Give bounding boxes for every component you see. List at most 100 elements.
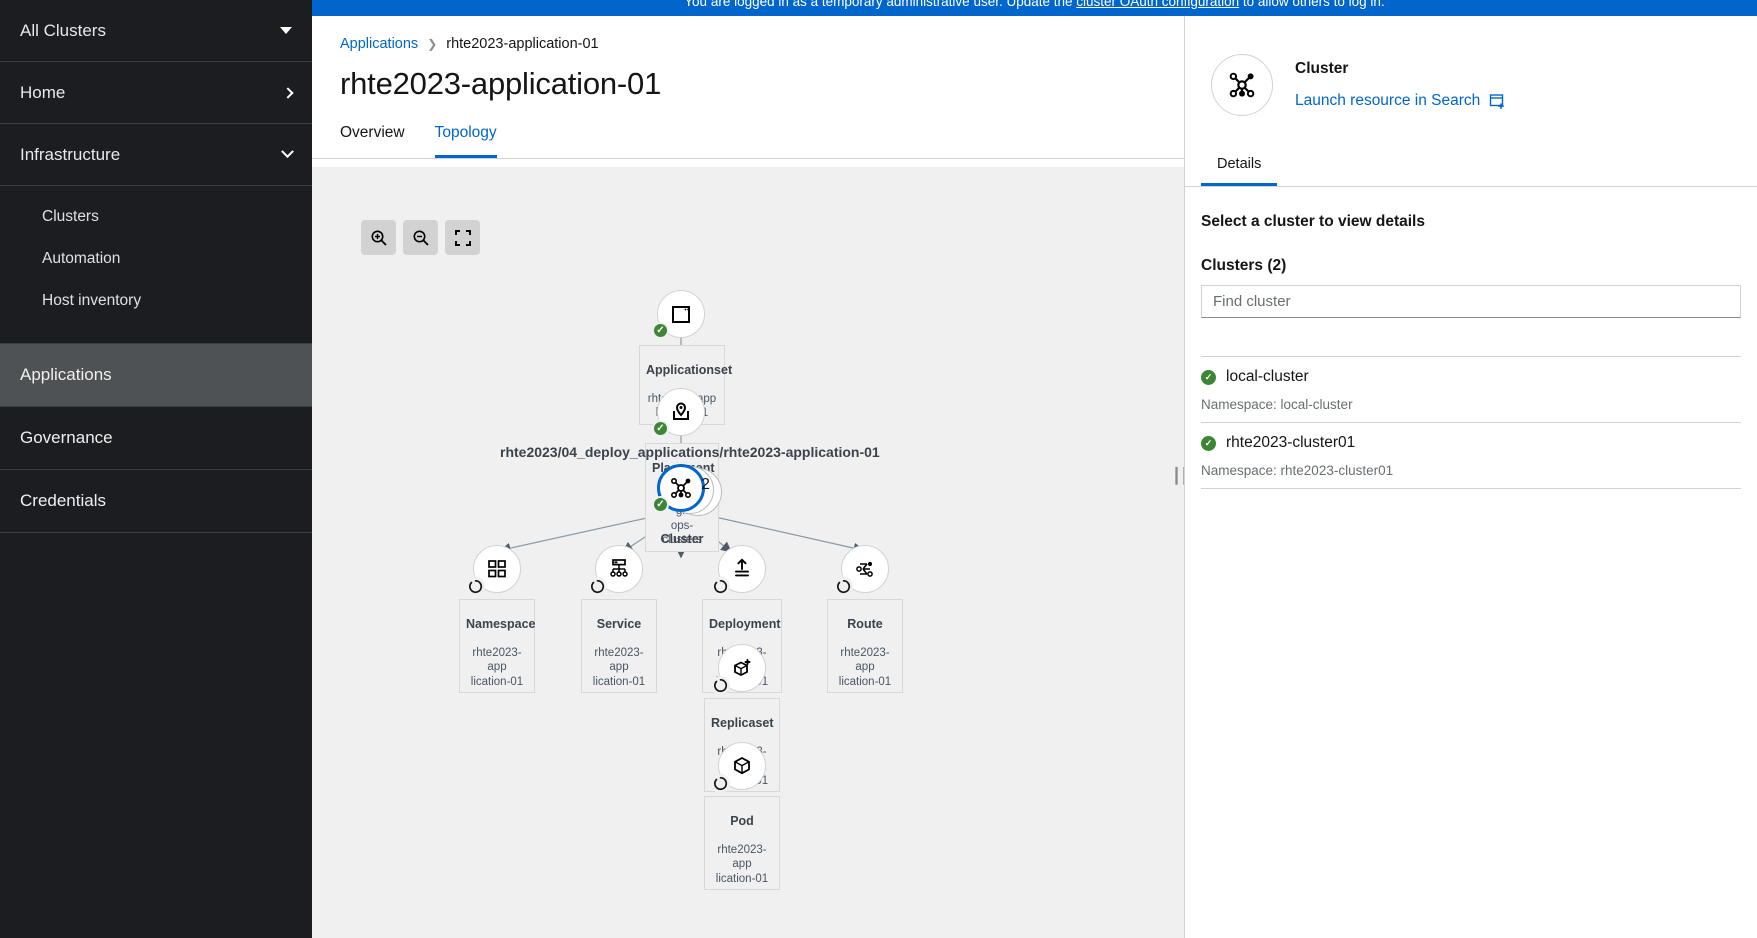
- node-name: rhte2023-app lication-01: [470, 646, 524, 688]
- tab-topology[interactable]: Topology: [434, 124, 497, 158]
- node-kind: Pod: [730, 813, 754, 828]
- cluster-oauth-configuration-link[interactable]: cluster OAuth configuration: [1076, 0, 1239, 9]
- cluster-list-item[interactable]: ✓ rhte2023-cluster01 Namespace: rhte2023…: [1201, 423, 1741, 489]
- external-launch-icon: [1490, 94, 1505, 109]
- node-kind: Deployment: [709, 616, 781, 631]
- sidebar-item-label: Automation: [42, 250, 121, 267]
- spinner-icon: [591, 579, 605, 594]
- topology-node-cluster[interactable]: ✓ 2: [652, 464, 722, 516]
- topology-node-pod[interactable]: [711, 742, 766, 793]
- node-kind: Namespace: [466, 616, 536, 631]
- cluster-icon: [670, 477, 691, 498]
- launch-resource-in-search-link[interactable]: Launch resource in Search: [1295, 92, 1505, 110]
- cluster-count-badge: 2: [701, 476, 710, 493]
- topology-node-namespace[interactable]: [466, 545, 521, 596]
- node-kind: Applicationset: [646, 362, 733, 377]
- breadcrumb-applications-link[interactable]: Applications: [340, 36, 418, 52]
- banner-text-after: to allow others to log in.: [1239, 0, 1385, 9]
- details-panel: Cluster Launch resource in Search Detail…: [1184, 16, 1757, 938]
- applicationset-icon: [672, 306, 690, 323]
- topology-node-applicationset[interactable]: ✓: [652, 290, 705, 339]
- status-badge-success: ✓: [652, 496, 669, 513]
- namespace-icon: [488, 560, 506, 578]
- topology-canvas[interactable]: ✓ Applicationset rhte2023-app lication-0…: [312, 167, 1184, 938]
- replicaset-icon: [734, 659, 751, 677]
- sidebar-item-automation[interactable]: Automation: [0, 238, 312, 280]
- spinner-icon: [714, 579, 728, 594]
- topology-node-label: Namespace rhte2023-app lication-01: [459, 599, 536, 693]
- launch-link-label: Launch resource in Search: [1295, 92, 1481, 109]
- route-icon: [856, 561, 873, 577]
- page-tabs: Overview Topology: [312, 102, 1184, 159]
- sidebar-item-label: Governance: [20, 428, 113, 447]
- sidebar-item-governance[interactable]: Governance: [0, 407, 312, 470]
- status-badge-pending: [588, 577, 607, 596]
- breadcrumb: Applications ❯ rhte2023-application-01: [312, 16, 1184, 52]
- topology-node-replicaset[interactable]: [711, 644, 766, 695]
- spinner-icon: [469, 579, 483, 594]
- clusters-heading: Clusters (2): [1201, 257, 1287, 274]
- pod-icon: [734, 756, 750, 775]
- temporary-user-banner: You are logged in as a temporary adminis…: [312, 0, 1757, 16]
- topology-node-service[interactable]: [588, 545, 643, 596]
- page-title: rhte2023-application-01: [340, 66, 662, 101]
- spinner-icon: [714, 776, 728, 791]
- sidebar-item-host-inventory[interactable]: Host inventory: [0, 280, 312, 322]
- details-panel-heading: Select a cluster to view details: [1201, 213, 1425, 230]
- sidebar-item-label: Infrastructure: [20, 144, 121, 164]
- topology-node-label: Cluster: [645, 517, 719, 561]
- sidebar-item-label: Home: [20, 82, 66, 102]
- node-kind: Cluster: [660, 531, 704, 546]
- breadcrumb-current: rhte2023-application-01: [446, 36, 599, 52]
- topology-node-label: Service rhte2023-app lication-01: [581, 599, 657, 693]
- status-badge-pending: [711, 774, 730, 793]
- sidebar-item-clusters[interactable]: Clusters: [0, 196, 312, 238]
- cluster-namespace: Namespace: local-cluster: [1201, 386, 1741, 423]
- cluster-row: ✓ local-cluster: [1201, 368, 1741, 386]
- node-name: rhte2023-app lication-01: [592, 646, 646, 688]
- spinner-icon: [714, 678, 728, 693]
- topology-node-route[interactable]: [834, 545, 889, 596]
- resource-kind: Cluster: [1295, 60, 1349, 77]
- tab-overview[interactable]: Overview: [340, 124, 405, 158]
- details-panel-tabs: Details: [1185, 146, 1757, 187]
- cluster-name: rhte2023-cluster01: [1226, 434, 1356, 451]
- cluster-namespace: Namespace: rhte2023-cluster01: [1201, 452, 1741, 489]
- spinner-icon: [837, 579, 851, 594]
- status-check-icon: ✓: [1201, 435, 1216, 451]
- sidebar-item-label: Host inventory: [42, 292, 142, 309]
- service-icon: [610, 559, 628, 577]
- cluster-name: local-cluster: [1226, 368, 1309, 385]
- sidebar-divider: [0, 322, 312, 344]
- topology-node-label: Route rhte2023-app lication-01: [827, 599, 903, 693]
- details-panel-header: Cluster Launch resource in Search: [1185, 16, 1757, 116]
- chevron-down-icon: [281, 145, 294, 159]
- topology-edge-label: rhte2023/04_deploy_applications/rhte2023…: [500, 444, 880, 460]
- cluster-selector-label: All Clusters: [20, 20, 106, 40]
- main-content: Applications ❯ rhte2023-application-01 rht…: [312, 16, 1184, 938]
- node-name: rhte2023-app lication-01: [715, 843, 769, 885]
- status-badge-success: ✓: [652, 322, 669, 339]
- topology-node-placement[interactable]: ✓: [652, 388, 705, 437]
- find-cluster-input[interactable]: [1201, 285, 1741, 318]
- status-badge-pending: [834, 577, 853, 596]
- details-panel-body: Select a cluster to view details Cluster…: [1185, 187, 1757, 489]
- placement-icon: [673, 402, 689, 420]
- cluster-selector[interactable]: All Clusters: [0, 0, 312, 62]
- chevron-right-icon: [282, 86, 294, 99]
- status-badge-success: ✓: [652, 420, 669, 437]
- node-kind: Replicaset: [711, 715, 774, 730]
- status-badge-pending: [711, 577, 730, 596]
- breadcrumb-separator-icon: ❯: [427, 37, 438, 51]
- sidebar-item-applications[interactable]: Applications: [0, 344, 312, 407]
- sidebar-item-home[interactable]: Home: [0, 62, 312, 124]
- node-name: rhte2023-app lication-01: [838, 646, 892, 688]
- sidebar: All Clusters Home Infrastructure Cluster…: [0, 0, 312, 938]
- sidebar-item-credentials[interactable]: Credentials: [0, 470, 312, 533]
- topology-node-label: Pod rhte2023-app lication-01: [704, 796, 780, 890]
- cluster-list-item[interactable]: ✓ local-cluster Namespace: local-cluster: [1201, 357, 1741, 423]
- sidebar-item-infrastructure[interactable]: Infrastructure: [0, 124, 312, 186]
- details-panel-titles: Cluster Launch resource in Search: [1295, 60, 1505, 110]
- topology-node-deployment[interactable]: [711, 545, 766, 596]
- tab-details[interactable]: Details: [1201, 146, 1278, 186]
